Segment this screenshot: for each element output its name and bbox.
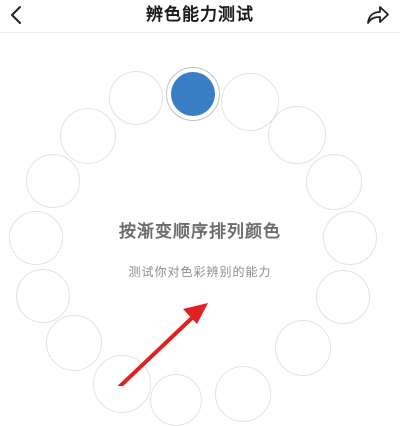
color-slot[interactable] bbox=[109, 71, 163, 125]
instruction-title: 按渐变顺序排列颜色 bbox=[119, 222, 281, 242]
nav-bar: 辨色能力测试 bbox=[0, 0, 400, 33]
color-slot[interactable] bbox=[268, 106, 326, 164]
instruction-subtitle: 测试你对色彩辨别的能力 bbox=[128, 265, 272, 279]
share-button[interactable] bbox=[362, 0, 394, 30]
color-slot[interactable] bbox=[93, 355, 151, 413]
color-slot[interactable] bbox=[46, 315, 102, 371]
selected-color-slot[interactable] bbox=[166, 67, 220, 121]
color-slot[interactable] bbox=[215, 366, 271, 422]
color-slot[interactable] bbox=[150, 374, 202, 426]
share-arrow-icon bbox=[367, 6, 389, 24]
color-slot[interactable] bbox=[306, 154, 362, 210]
selected-color-dot bbox=[171, 72, 215, 116]
color-slot[interactable] bbox=[275, 320, 331, 376]
color-slot[interactable] bbox=[60, 108, 116, 164]
game-area: 按渐变顺序排列颜色 测试你对色彩辨别的能力 bbox=[0, 33, 400, 426]
color-slot[interactable] bbox=[26, 154, 80, 208]
page-title: 辨色能力测试 bbox=[146, 5, 254, 25]
